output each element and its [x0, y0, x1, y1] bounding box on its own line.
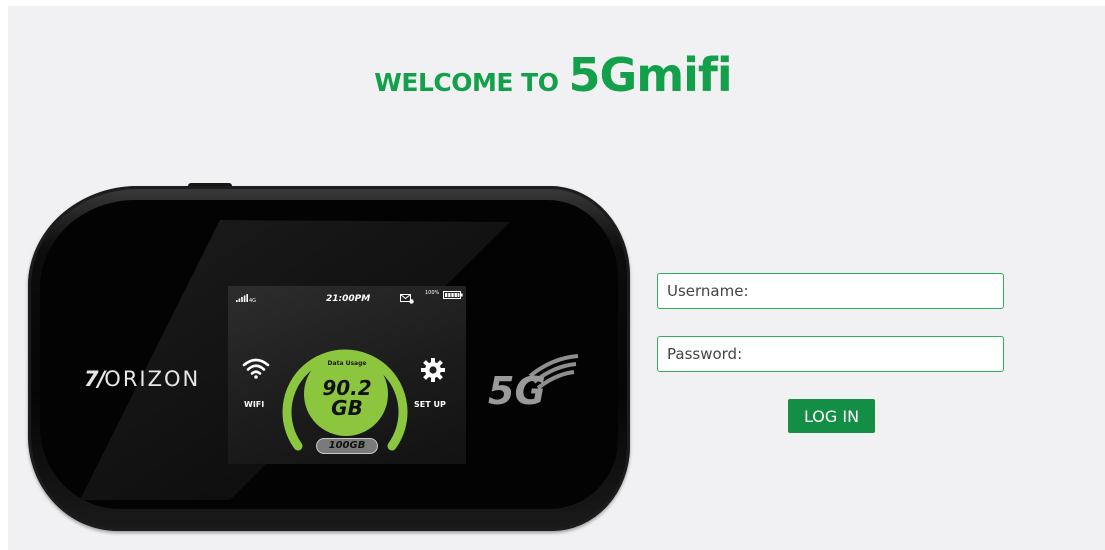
fiveg-logo: 5G: [488, 354, 579, 410]
usage-total-badge: 100GB: [316, 438, 378, 454]
usage-value: 90.2 GB: [228, 378, 466, 418]
status-time: 21:00PM: [326, 294, 371, 304]
network-type: 4G: [249, 298, 256, 302]
welcome-prefix: WELCOME TO: [374, 68, 559, 97]
hotspot-device-image: 7/ORIZON 5G 4G 21:00PM 100% WIFI SET UP …: [28, 183, 630, 531]
fiveg-logo-text: 5G: [488, 369, 546, 410]
envelope-icon: [400, 294, 414, 304]
battery-percent: 100%: [425, 290, 440, 296]
username-input[interactable]: [657, 273, 1004, 309]
signal-strength-icon: 4G: [236, 294, 256, 302]
brand-name: ORIZON: [104, 367, 201, 391]
battery-icon: [443, 291, 463, 299]
usage-title: Data Usage: [327, 360, 367, 367]
password-input[interactable]: [657, 336, 1004, 372]
usage-value-unit: GB: [331, 396, 363, 420]
brand-logo: 7/ORIZON: [84, 367, 200, 391]
usage-value-number: 90.2: [322, 376, 372, 400]
login-button[interactable]: LOG IN: [788, 399, 875, 433]
brand-mark-icon: 7/: [84, 367, 105, 391]
welcome-brand: 5Gmifi: [568, 48, 732, 102]
welcome-heading: WELCOME TO 5Gmifi: [8, 48, 1098, 102]
device-face: 7/ORIZON 5G 4G 21:00PM 100% WIFI SET UP …: [40, 200, 618, 509]
device-screen: 4G 21:00PM 100% WIFI SET UP Data Usage 9…: [228, 286, 466, 464]
